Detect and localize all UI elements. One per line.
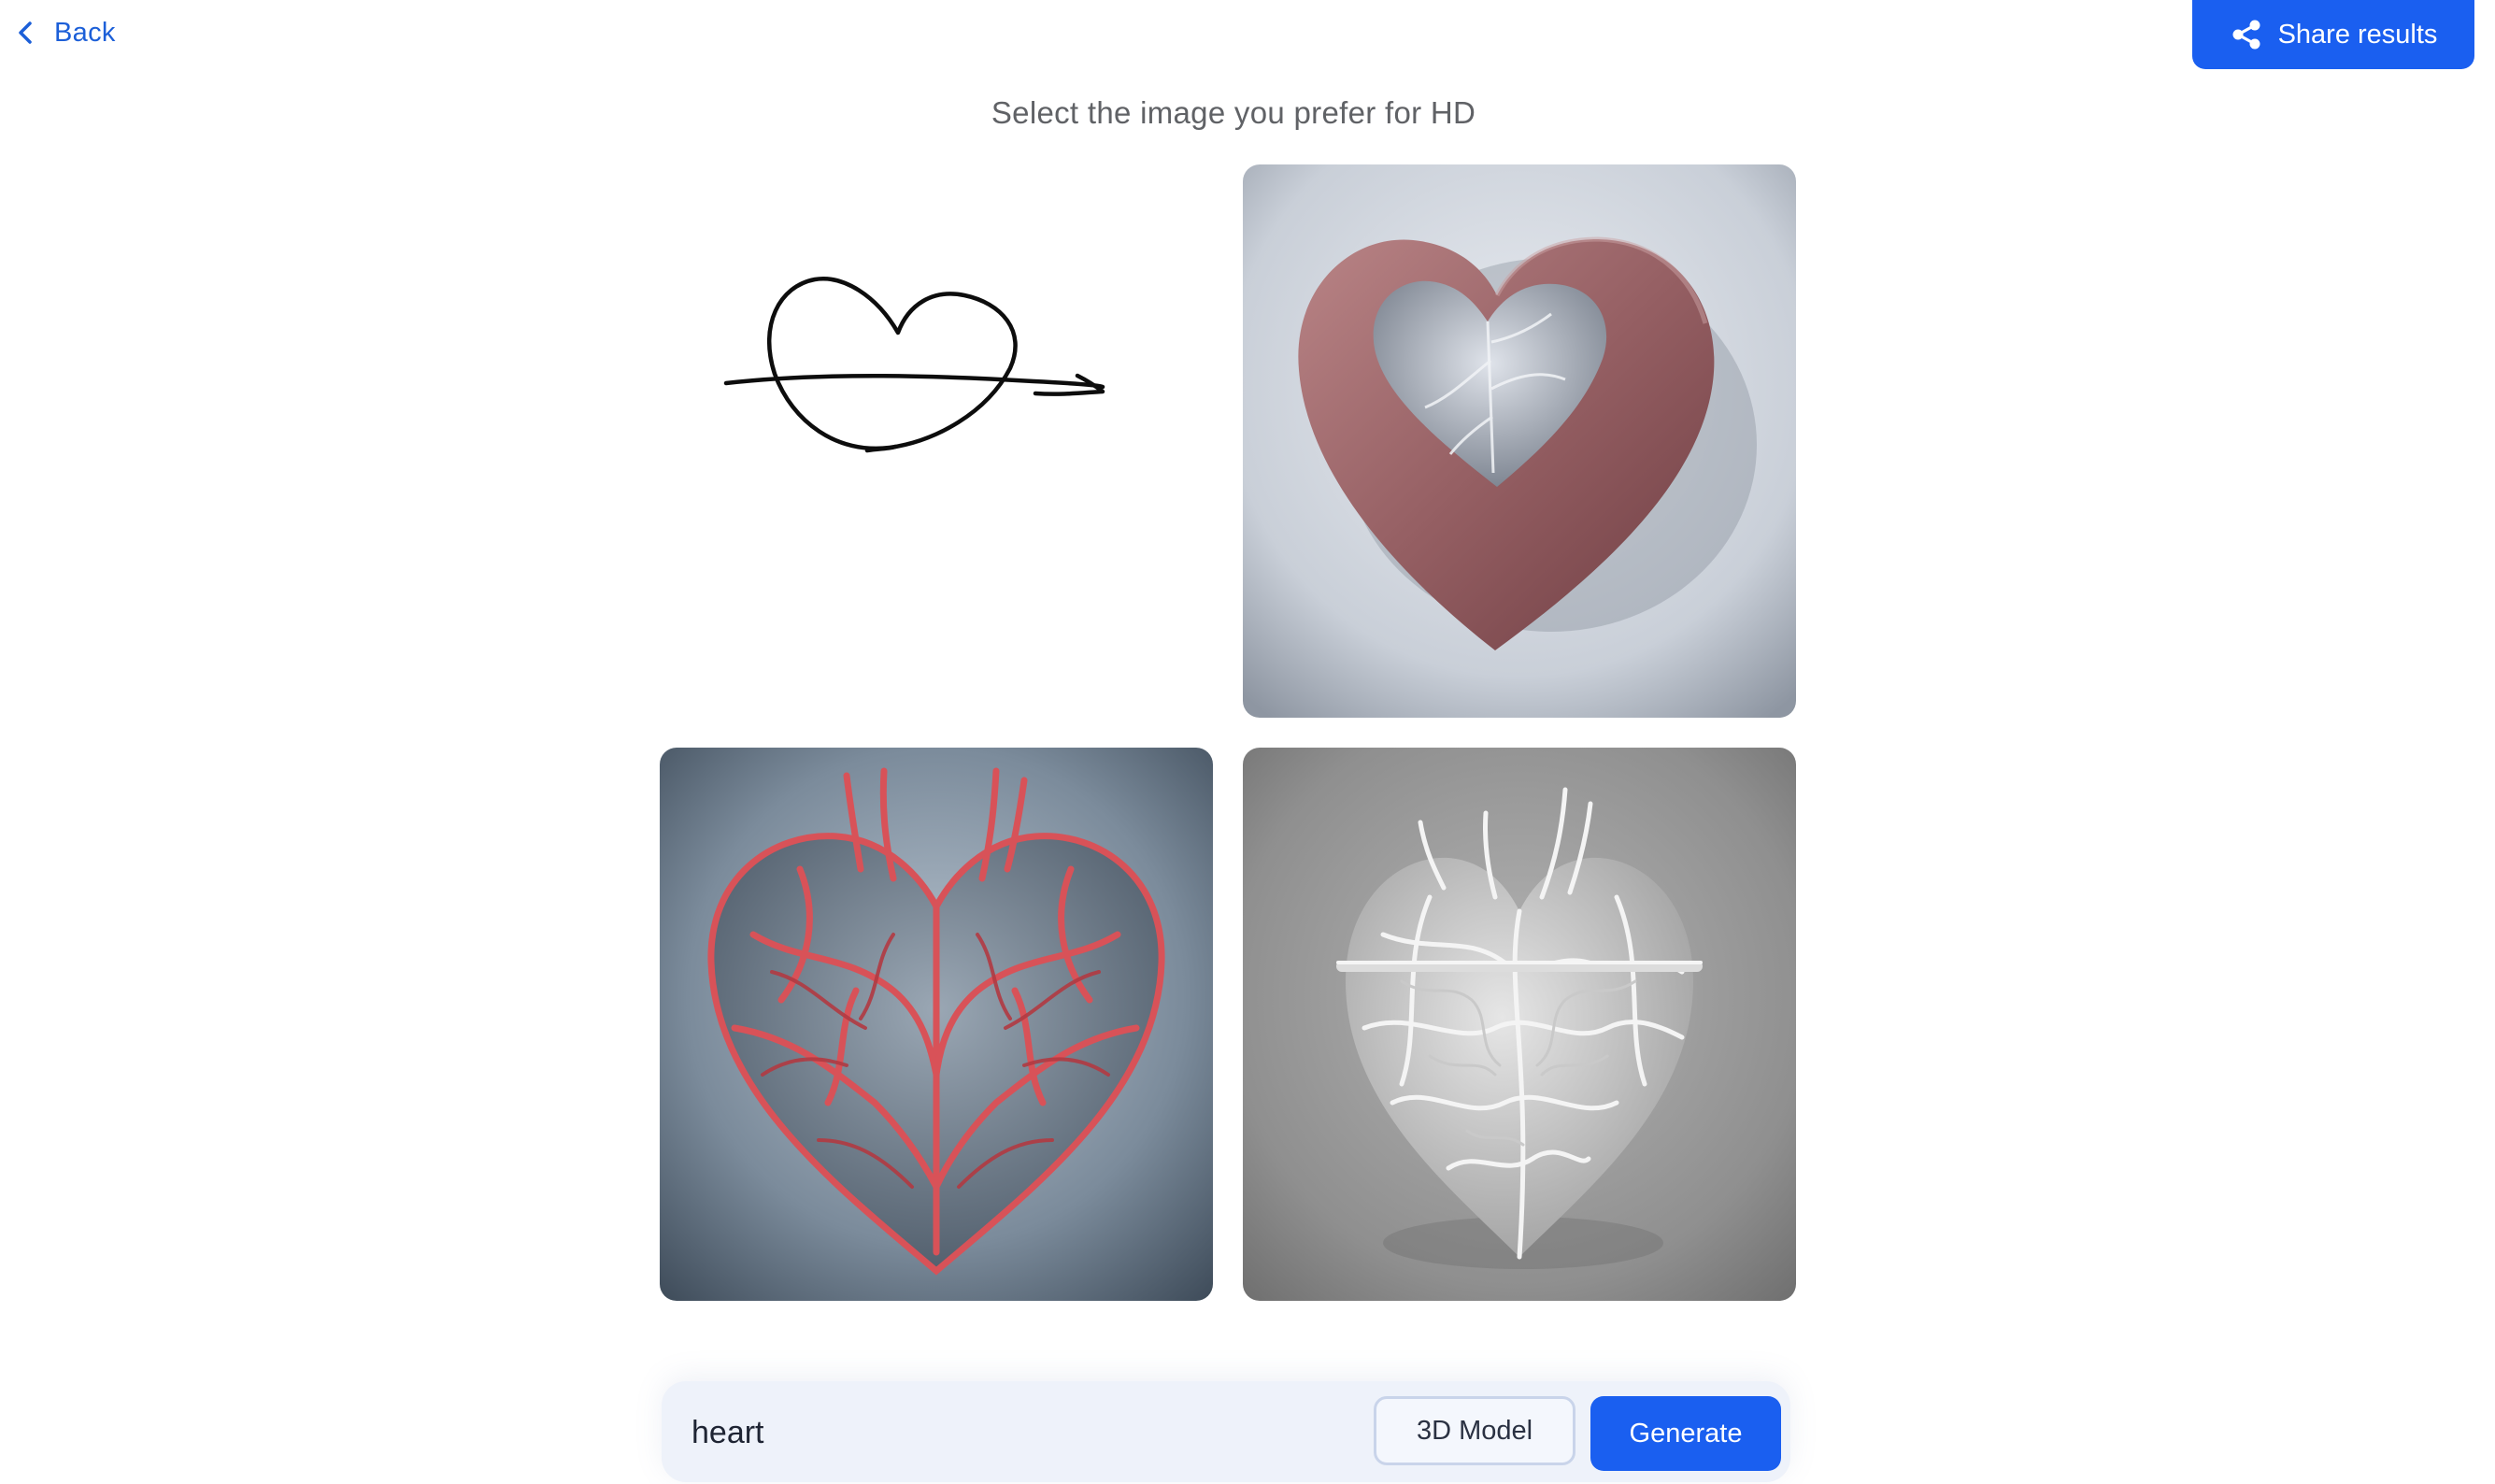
prompt-bar: 3D Model Generate [662,1381,1790,1482]
page-title: Select the image you prefer for HD [991,95,1476,130]
red-hollow-heart-image [1243,164,1796,718]
page: Back Share results Select the image you … [0,0,2495,1484]
white-veins-heart-image [1243,748,1796,1301]
generate-button[interactable]: Generate [1590,1396,1781,1471]
tile-result-red-hollow-heart[interactable] [1243,164,1796,718]
tile-input-sketch[interactable] [660,164,1213,718]
share-results-label: Share results [2277,19,2438,50]
red-veins-heart-image [660,748,1213,1301]
share-icon [2232,20,2260,50]
tile-result-white-veins-heart[interactable] [1243,748,1796,1301]
back-link[interactable]: Back [17,9,116,56]
chevron-left-icon [19,21,32,44]
back-label: Back [54,17,116,48]
tile-result-red-veins-heart[interactable] [660,748,1213,1301]
3d-model-button[interactable]: 3D Model [1374,1396,1575,1465]
prompt-input[interactable] [690,1402,1347,1463]
heart-with-arrow-sketch-icon [723,277,1105,453]
share-results-button[interactable]: Share results [2192,0,2474,69]
